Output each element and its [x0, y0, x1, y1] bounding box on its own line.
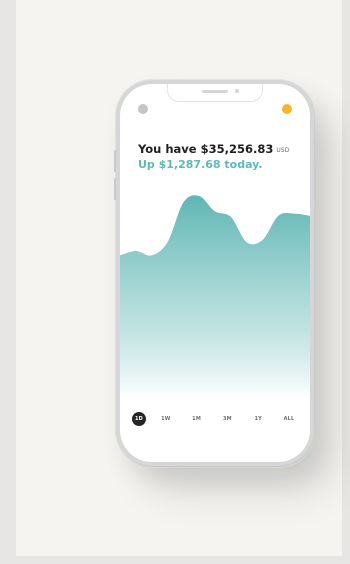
balance-heading: You have $35,256.83 USD [138, 142, 289, 156]
currency-label: USD [276, 147, 290, 154]
phone-notch [167, 84, 263, 102]
speaker-icon [202, 90, 228, 93]
period-tab-1d[interactable]: 1D [132, 412, 146, 426]
notification-badge-icon[interactable] [282, 104, 292, 114]
profile-avatar-icon[interactable] [138, 104, 148, 114]
phone-frame: You have $35,256.83 USD Up $1,287.68 toda… [114, 80, 316, 466]
period-tab-3m[interactable]: 3M [216, 416, 238, 422]
daily-change: Up $1,287.68 today. [138, 158, 263, 171]
balance-area-chart [120, 195, 310, 400]
period-tab-all[interactable]: ALL [278, 416, 300, 422]
volume-button [114, 150, 116, 172]
power-button [314, 170, 316, 204]
period-tab-1w[interactable]: 1W [155, 416, 177, 422]
balance-amount: $35,256.83 [200, 142, 274, 156]
period-tab-1y[interactable]: 1Y [247, 416, 269, 422]
camera-icon [235, 89, 239, 93]
period-tab-1m[interactable]: 1M [186, 416, 208, 422]
volume-button [114, 178, 116, 200]
balance-prefix: You have [138, 142, 197, 156]
period-selector: 1D 1W 1M 3M 1Y ALL [132, 412, 300, 426]
phone-screen: You have $35,256.83 USD Up $1,287.68 toda… [120, 84, 310, 462]
chart-area [120, 195, 310, 400]
